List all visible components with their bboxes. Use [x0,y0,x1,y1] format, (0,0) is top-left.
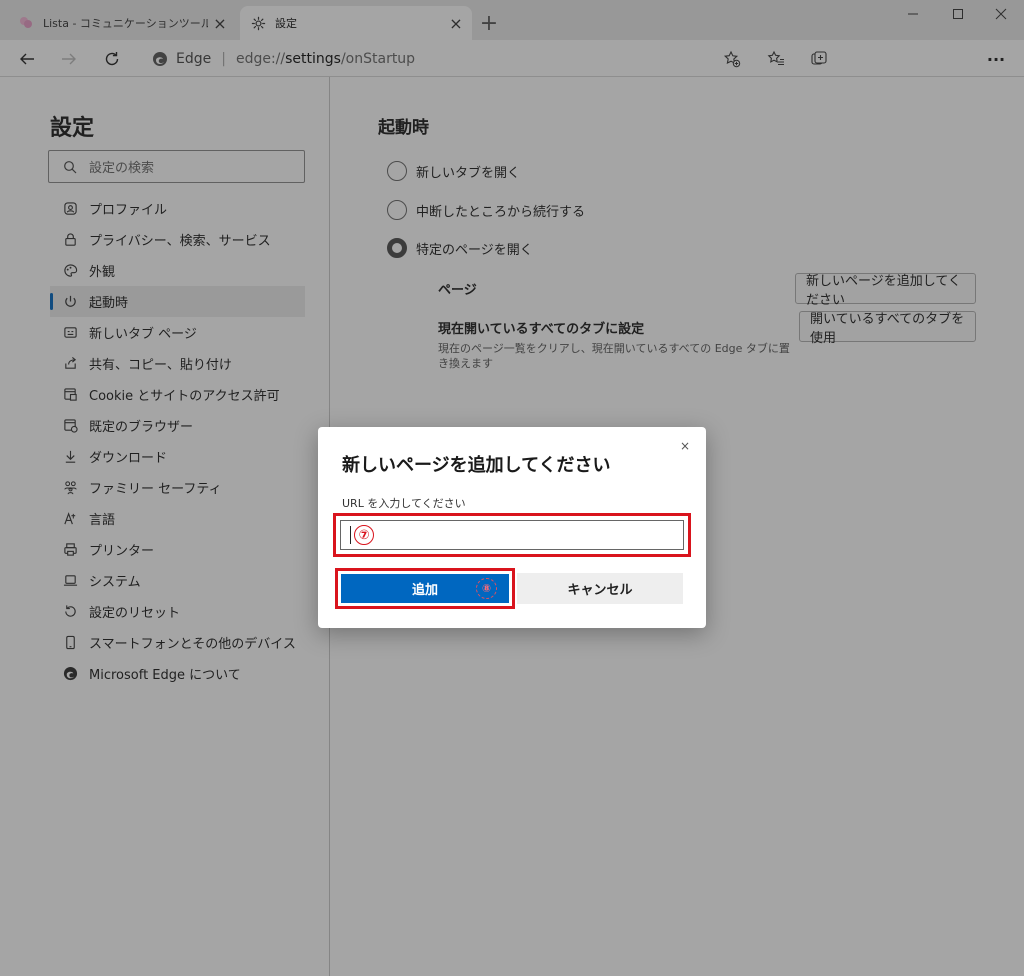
dialog-title: 新しいページを追加してください [342,455,611,476]
url-input[interactable]: ⑦ [340,520,684,550]
add-button-highlight: 追加 ⑧ [335,568,515,609]
step-7-badge: ⑦ [354,525,374,545]
close-icon[interactable]: × [676,437,694,455]
add-page-dialog: × 新しいページを追加してください URL を入力してください ⑦ 追加 ⑧ キ… [318,427,706,628]
add-button[interactable]: 追加 ⑧ [341,574,509,603]
text-caret [350,526,351,544]
step-8-badge: ⑧ [476,578,497,599]
url-input-highlight: ⑦ [333,513,691,557]
cancel-button[interactable]: キャンセル [517,573,683,604]
url-input-label: URL を入力してください [342,497,466,510]
add-button-label: 追加 [411,583,438,598]
